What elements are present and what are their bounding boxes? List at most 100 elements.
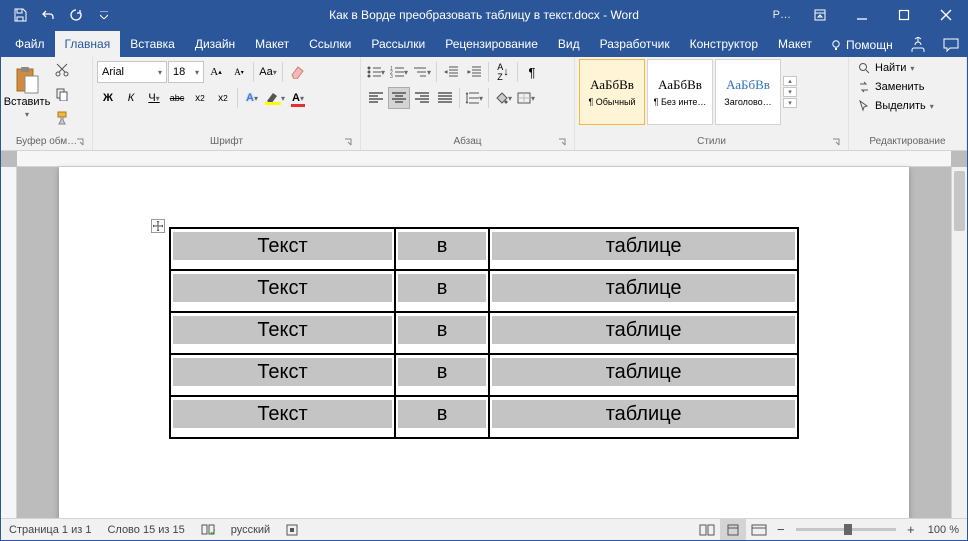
paste-button[interactable]: Вставить ▾	[5, 59, 49, 125]
increase-indent-button[interactable]	[463, 61, 485, 83]
table-cell[interactable]: Текст	[170, 354, 395, 396]
vertical-scrollbar[interactable]	[951, 167, 967, 518]
highlight-button[interactable]: ▾	[264, 87, 286, 109]
save-button[interactable]	[7, 3, 33, 27]
format-painter-button[interactable]	[51, 107, 73, 129]
style-no-spacing[interactable]: АаБбВв¶ Без инте…	[647, 59, 713, 125]
bold-button[interactable]: Ж	[97, 87, 119, 109]
table-cell[interactable]: таблице	[489, 228, 798, 270]
table-row[interactable]: Текствтаблице	[170, 396, 798, 438]
table-cell[interactable]: Текст	[170, 228, 395, 270]
page[interactable]: ТекствтаблицеТекствтаблицеТекствтаблицеТ…	[59, 167, 909, 518]
zoom-thumb[interactable]	[844, 524, 852, 535]
show-marks-button[interactable]: ¶	[521, 61, 543, 83]
table-row[interactable]: Текствтаблице	[170, 354, 798, 396]
tab-insert[interactable]: Вставка	[120, 31, 185, 57]
paragraph-launcher[interactable]	[558, 138, 568, 148]
shrink-font-button[interactable]: A▾	[228, 61, 250, 83]
vertical-ruler[interactable]	[1, 167, 17, 518]
table-row[interactable]: Текствтаблице	[170, 270, 798, 312]
font-size-combo[interactable]: 18▾	[168, 61, 204, 83]
read-mode-button[interactable]	[694, 519, 720, 540]
close-button[interactable]	[925, 1, 967, 29]
table-cell[interactable]: Текст	[170, 312, 395, 354]
gallery-up-button[interactable]: ▴	[783, 76, 797, 86]
tab-developer[interactable]: Разработчик	[590, 31, 680, 57]
redo-button[interactable]	[63, 3, 89, 27]
table-cell[interactable]: Текст	[170, 270, 395, 312]
text-effects-button[interactable]: A▾	[241, 87, 263, 109]
change-case-button[interactable]: Aa▾	[257, 61, 279, 83]
line-spacing-button[interactable]: ▾	[463, 87, 485, 109]
bullets-button[interactable]: ▾	[365, 61, 387, 83]
zoom-out-button[interactable]: −	[772, 522, 790, 537]
tab-design[interactable]: Дизайн	[185, 31, 245, 57]
select-button[interactable]: Выделить▾	[853, 97, 938, 115]
styles-launcher[interactable]	[832, 138, 842, 148]
strikethrough-button[interactable]: abc	[166, 87, 188, 109]
italic-button[interactable]: К	[120, 87, 142, 109]
decrease-indent-button[interactable]	[440, 61, 462, 83]
underline-button[interactable]: Ч▾	[143, 87, 165, 109]
table-cell[interactable]: в	[395, 354, 489, 396]
align-center-button[interactable]	[388, 87, 410, 109]
comments-button[interactable]	[937, 33, 965, 57]
align-left-button[interactable]	[365, 87, 387, 109]
align-right-button[interactable]	[411, 87, 433, 109]
clipboard-launcher[interactable]	[76, 138, 86, 148]
superscript-button[interactable]: x2	[212, 87, 234, 109]
gallery-more-button[interactable]: ▾	[783, 98, 797, 108]
word-count[interactable]: Слово 15 из 15	[99, 519, 192, 540]
copy-button[interactable]	[51, 83, 73, 105]
table-cell[interactable]: в	[395, 396, 489, 438]
qat-customize-button[interactable]	[91, 3, 117, 27]
table-cell[interactable]: в	[395, 312, 489, 354]
table-cell[interactable]: таблице	[489, 396, 798, 438]
print-layout-button[interactable]	[720, 519, 746, 540]
minimize-button[interactable]	[841, 1, 883, 29]
ribbon-options-button[interactable]	[799, 1, 841, 29]
zoom-level[interactable]: 100 %	[920, 519, 967, 540]
borders-button[interactable]: ▾	[515, 87, 537, 109]
multilevel-list-button[interactable]: ▾	[411, 61, 433, 83]
tab-view[interactable]: Вид	[548, 31, 590, 57]
table-move-handle[interactable]	[151, 219, 165, 233]
replace-button[interactable]: Заменить	[853, 78, 938, 96]
document-table[interactable]: ТекствтаблицеТекствтаблицеТекствтаблицеТ…	[169, 227, 799, 439]
table-cell[interactable]: таблице	[489, 312, 798, 354]
maximize-button[interactable]	[883, 1, 925, 29]
tab-home[interactable]: Главная	[55, 31, 121, 57]
scrollbar-thumb[interactable]	[954, 171, 965, 231]
style-normal[interactable]: АаБбВв¶ Обычный	[579, 59, 645, 125]
sort-button[interactable]: AZ↓	[492, 61, 514, 83]
web-layout-button[interactable]	[746, 519, 772, 540]
numbering-button[interactable]: 123▾	[388, 61, 410, 83]
gallery-down-button[interactable]: ▾	[783, 87, 797, 97]
page-count[interactable]: Страница 1 из 1	[1, 519, 99, 540]
style-heading1[interactable]: АаБбВвЗаголово…	[715, 59, 781, 125]
tell-me-search[interactable]: Помощн	[822, 34, 901, 56]
spell-check-button[interactable]	[193, 519, 223, 540]
grow-font-button[interactable]: A▴	[205, 61, 227, 83]
share-button[interactable]	[905, 33, 933, 57]
zoom-slider[interactable]	[796, 528, 896, 531]
table-cell[interactable]: в	[395, 270, 489, 312]
clear-formatting-button[interactable]	[286, 61, 308, 83]
language-button[interactable]: русский	[223, 519, 278, 540]
tab-review[interactable]: Рецензирование	[435, 31, 548, 57]
tab-table-design[interactable]: Конструктор	[680, 31, 768, 57]
table-cell[interactable]: в	[395, 228, 489, 270]
table-cell[interactable]: таблице	[489, 354, 798, 396]
font-name-combo[interactable]: Arial▾	[97, 61, 167, 83]
justify-button[interactable]	[434, 87, 456, 109]
tab-references[interactable]: Ссылки	[299, 31, 361, 57]
font-color-button[interactable]: A▾	[287, 87, 309, 109]
font-launcher[interactable]	[344, 138, 354, 148]
table-cell[interactable]: Текст	[170, 396, 395, 438]
subscript-button[interactable]: x2	[189, 87, 211, 109]
cut-button[interactable]	[51, 59, 73, 81]
table-cell[interactable]: таблице	[489, 270, 798, 312]
tab-file[interactable]: Файл	[5, 31, 55, 57]
table-row[interactable]: Текствтаблице	[170, 228, 798, 270]
undo-button[interactable]	[35, 3, 61, 27]
